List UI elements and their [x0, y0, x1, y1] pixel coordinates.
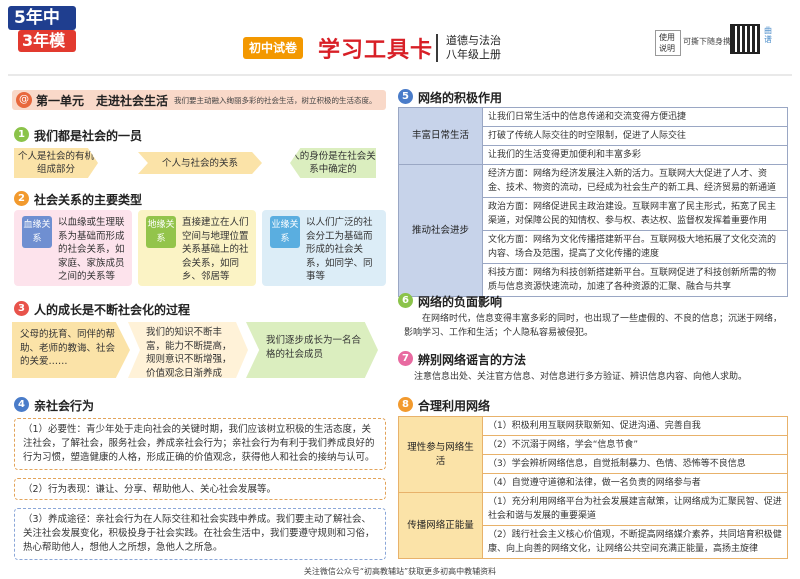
exam-tag: 初中试卷 — [243, 37, 304, 59]
section-number: 2 — [14, 191, 29, 206]
table-cell: 文化方面：网络为文化传播搭建新平台。互联网极大地拓展了文化交流的内容、场合及范围… — [482, 230, 788, 264]
qr-side-text: 曲谱 — [764, 26, 772, 44]
negative-effects-text: 在网络时代，信息变得丰富多彩的同时，也出现了一些虚假的、不良的信息；沉迷于网络，… — [404, 314, 783, 338]
unit-bar: @ 第一单元 走进社会生活 我们要主动融入绚丽多彩的社会生活，树立积极的生活态度… — [12, 90, 386, 110]
prosocial-necessity: （1）必要性：青少年处于走向社会的关键时期，我们应该树立积极的生活态度，关注社会… — [14, 418, 386, 470]
section-title: 社会关系的主要类型 — [34, 193, 143, 207]
relation-card-work: 业缘关系 以人们广泛的社会分工为基础而形成的社会关系，如同学、同事等 — [262, 210, 386, 286]
card-text: 以血缘或生理联系为基础而形成的社会关系，如家庭、家族成员之间的关系等 — [58, 217, 125, 282]
unit-title: 第一单元 走进社会生活 — [36, 94, 169, 108]
section-title: 合理利用网络 — [418, 399, 491, 413]
table-cell: （1）充分利用网络平台为社会发展建言献策，让网络成为汇聚民智、促进社会和谐与发展… — [482, 492, 788, 526]
table-cell: 科技方面：网络为科技创新搭建新平台。互联网促进了科技创新所需的物质与信息资源快速… — [482, 263, 788, 297]
section-title: 辨别网络谣言的方法 — [418, 353, 527, 367]
table-cell: （3）学会辨析网络信息，自觉抵制暴力、色情、恐怖等不良信息 — [482, 454, 788, 474]
card-tag: 业缘关系 — [270, 216, 300, 248]
logo-line1: 5年中考 — [8, 6, 76, 52]
table-row: 推动社会进步 经济方面：网络为经济发展注入新的活力。互联网大大促进了人才、资金、技… — [398, 164, 788, 297]
logo-line2: 3年模拟 — [18, 30, 76, 72]
table-cell: 让我们的生活变得更加便利和丰富多彩 — [482, 145, 788, 165]
table-cell: 打破了传统人际交往的时空限制，促进了人际交往 — [482, 126, 788, 146]
growth-step-2: 我们的知识不断丰富，能力不断提高，规则意识不断增强，价值观念日渐养成 — [128, 322, 248, 378]
table-row: 理性参与网络生活 （1）积极利用互联网获取新知、促进沟通、完善自我 — [398, 416, 788, 493]
section-number: 8 — [398, 397, 413, 412]
table-cell: （2）不沉溺于网络，学会“信息节食” — [482, 435, 788, 455]
section-number: 7 — [398, 351, 413, 366]
usage-label: 使用说明 — [655, 30, 681, 56]
positive-effects-table: 丰富日常生活 让我们日常生活中的信息传递和交流变得方便迅捷 打破了传统人际交往的时… — [398, 107, 788, 297]
subject-info: 道德与法治 八年级上册 — [446, 34, 501, 62]
at-icon: @ — [16, 92, 32, 108]
grade-name: 八年级上册 — [446, 48, 501, 61]
table-row: 丰富日常生活 让我们日常生活中的信息传递和交流变得方便迅捷 — [398, 107, 788, 165]
row-label: 传播网络正能量 — [398, 492, 483, 559]
arrow-item-3: 人的身份是在社会关系中确定的 — [290, 148, 376, 178]
prosocial-path: （3）养成途径：亲社会行为在人际交往和社会实践中养成。我们要主动了解社会、关注社… — [14, 508, 386, 560]
footer-note: 关注微信公众号“初高教辅站”获取更多初高中教辅资料 — [303, 567, 497, 576]
growth-step-1: 父母的抚育、同伴的帮助、老师的教诲、社会的关爱…… — [12, 322, 130, 378]
section-number: 3 — [14, 301, 29, 316]
relation-card-blood: 血缘关系 以血缘或生理联系为基础而形成的社会关系，如家庭、家族成员之间的关系等 — [14, 210, 132, 286]
header-divider — [8, 74, 792, 76]
arrow-item-1: 个人是社会的有机组成部分 — [14, 148, 98, 178]
header: 5年中考 3年模拟 初中试卷 学习工具卡 道德与法治 八年级上册 使用说明 可撕… — [0, 0, 800, 74]
table-cell: 政治方面：网络促进民主政治建设。互联网丰富了民主形式，拓宽了民主渠道，对保障公民… — [482, 197, 788, 231]
section-title: 我们都是社会的一员 — [34, 129, 143, 143]
table-row: 传播网络正能量 （1）充分利用网络平台为社会发展建言献策，让网络成为汇聚民智、促进… — [398, 492, 788, 559]
subject-name: 道德与法治 — [446, 34, 501, 47]
title-divider — [436, 34, 438, 62]
relation-card-geo: 地缘关系 直接建立在人们空间与地理位置关系基础上的社会关系，如同乡、邻居等 — [138, 210, 256, 286]
unit-desc: 我们要主动融入绚丽多彩的社会生活，树立积极的生活态度。 — [174, 96, 377, 105]
card-text: 直接建立在人们空间与地理位置关系基础上的社会关系，如同乡、邻居等 — [182, 217, 249, 282]
table-cell: 经济方面：网络为经济发展注入新的活力。互联网大大促进了人才、资金、技术、物资的流… — [482, 164, 788, 198]
table-cell: （2）践行社会主义核心价值观，不断提高网络媒介素养，共同培育积极健康、向上向善的… — [482, 525, 788, 559]
rumor-method-text: 注意信息出处、关注官方信息、对信息进行多方验证、辨识信息内容、向他人求助。 — [414, 372, 748, 382]
row-label: 推动社会进步 — [398, 164, 483, 297]
brand-logo: 5年中考 3年模拟 — [8, 6, 80, 72]
row-label: 丰富日常生活 — [398, 107, 483, 165]
section-title: 网络的负面影响 — [418, 295, 503, 309]
prosocial-behavior: （2）行为表现：谦让、分享、帮助他人、关心社会发展等。 — [14, 478, 386, 500]
arrow-item-2: 个人与社会的关系 — [138, 152, 262, 174]
section-number: 5 — [398, 89, 413, 104]
table-cell: （1）积极利用互联网获取新知、促进沟通、完善自我 — [482, 416, 788, 436]
section-number: 6 — [398, 293, 413, 308]
row-label: 理性参与网络生活 — [398, 416, 483, 493]
table-cell: 让我们日常生活中的信息传递和交流变得方便迅捷 — [482, 107, 788, 127]
card-tag: 地缘关系 — [146, 216, 176, 248]
use-network-table: 理性参与网络生活 （1）积极利用互联网获取新知、促进沟通、完善自我 （2）不沉溺于… — [398, 416, 788, 559]
card-tag: 血缘关系 — [22, 216, 52, 248]
qr-code-icon[interactable] — [730, 24, 760, 54]
page-title: 学习工具卡 — [318, 38, 434, 63]
section-title: 亲社会行为 — [34, 399, 95, 413]
table-cell: （4）自觉遵守道德和法律，做一名负责的网络参与者 — [482, 473, 788, 493]
section-number: 1 — [14, 127, 29, 142]
card-text: 以人们广泛的社会分工为基础而形成的社会关系，如同学、同事等 — [306, 217, 373, 282]
section-number: 4 — [14, 397, 29, 412]
section-title: 人的成长是不断社会化的过程 — [34, 303, 191, 317]
section-title: 网络的积极作用 — [418, 91, 503, 105]
growth-step-3: 我们逐步成长为一名合格的社会成员 — [246, 322, 378, 378]
